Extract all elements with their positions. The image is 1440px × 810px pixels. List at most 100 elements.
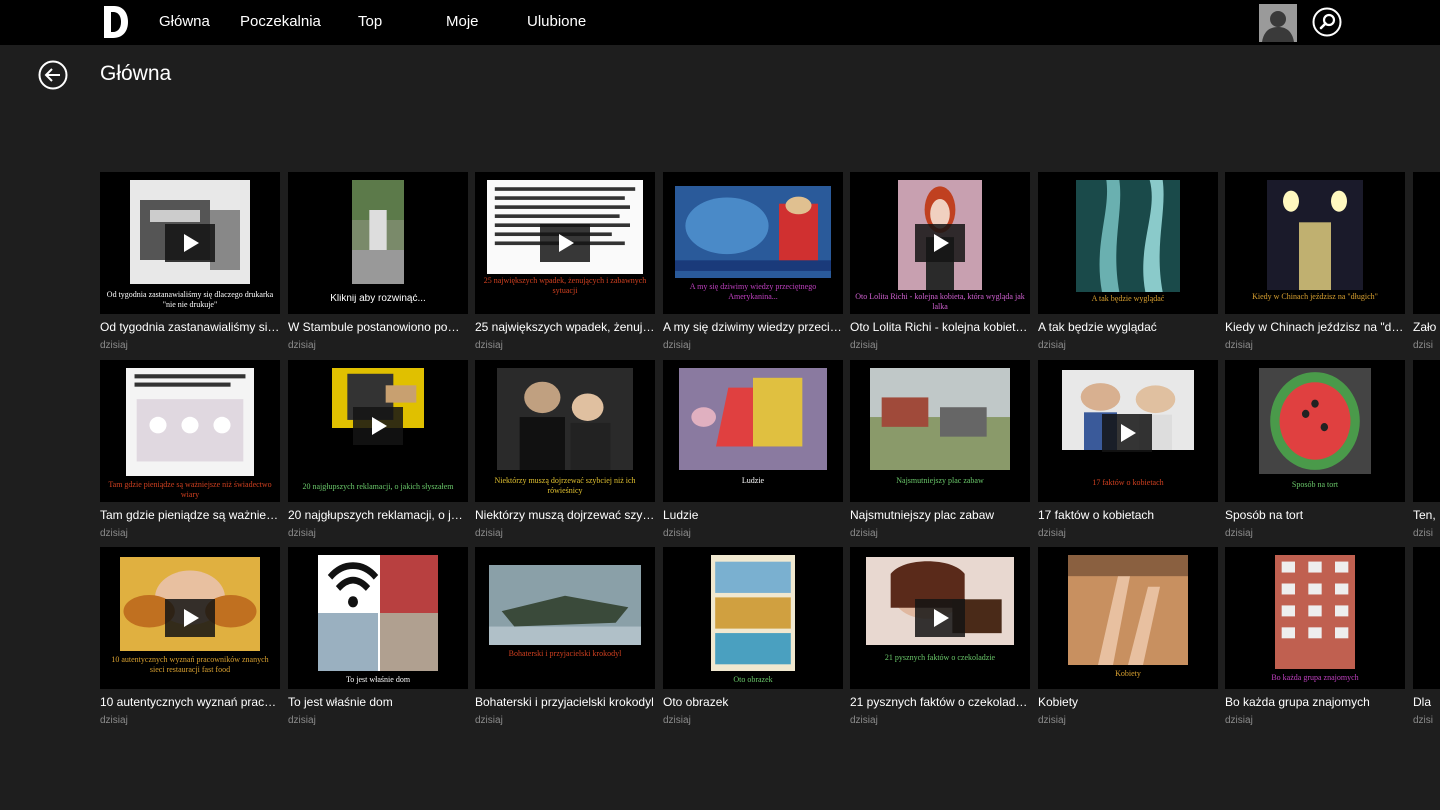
tile-4[interactable]: Oto Lolita Richi - kolejna kobieta, któr… xyxy=(850,172,1030,362)
tile-title[interactable]: Sposób na tort xyxy=(1225,508,1405,522)
tile-14[interactable]: 10 autentycznych wyznań pracowników znan… xyxy=(100,547,280,737)
tile-title[interactable]: 25 największych wpadek, żenujących i zab… xyxy=(475,320,655,334)
tile-title[interactable]: Oto obrazek xyxy=(663,695,843,709)
thumbnail-caption: Tam gdzie pieniądze są ważniejsze niż św… xyxy=(108,480,272,499)
play-icon[interactable] xyxy=(165,599,215,637)
tile-7[interactable]: Tam gdzie pieniądze są ważniejsze niż św… xyxy=(100,360,280,550)
tile-title[interactable]: 17 faktów o kobietach xyxy=(1038,508,1218,522)
tile-3[interactable]: A my się dziwimy wiedzy przeciętnego Ame… xyxy=(663,172,843,362)
thumbnail[interactable]: 10 autentycznych wyznań pracowników znan… xyxy=(100,547,280,689)
tile-title[interactable]: Kiedy w Chinach jeździsz na "długich" św… xyxy=(1225,320,1405,334)
tile-13[interactable]: Sposób na tort Sposób na tort dzisiaj xyxy=(1225,360,1405,550)
thumbnail[interactable]: Sposób na tort xyxy=(1225,360,1405,502)
tile-title[interactable]: Od tygodnia zastanawialiśmy się dlaczego… xyxy=(100,320,280,334)
thumbnail-image xyxy=(1275,555,1355,669)
thumbnail-caption: 17 faktów o kobietach xyxy=(1092,478,1164,487)
tile-15[interactable]: To jest właśnie dom To jest właśnie dom … xyxy=(288,547,468,737)
logo-icon[interactable] xyxy=(100,4,130,40)
thumbnail-caption: Najsmutniejszy plac zabaw xyxy=(896,476,984,485)
tile-title[interactable]: A my się dziwimy wiedzy przeciętnego Ame… xyxy=(663,320,843,334)
thumbnail[interactable]: Niektórzy muszą dojrzewać szybciej niż i… xyxy=(475,360,655,502)
thumbnail[interactable]: Najsmutniejszy plac zabaw xyxy=(850,360,1030,502)
avatar-icon[interactable] xyxy=(1259,4,1297,42)
tile-title[interactable]: Bo każda grupa znajomych xyxy=(1225,695,1405,709)
tile-title[interactable]: Ludzie xyxy=(663,508,843,522)
tile-title[interactable]: 10 autentycznych wyznań pracowników znan… xyxy=(100,695,280,709)
thumbnail[interactable]: Kobiety xyxy=(1038,547,1218,689)
tile-edge-1[interactable]: Ten, dzisi xyxy=(1413,360,1440,550)
tile-5[interactable]: A tak będzie wyglądać A tak będzie wyglą… xyxy=(1038,172,1218,362)
tile-date: dzisi xyxy=(1413,340,1434,351)
nav-item-moje[interactable]: Moje xyxy=(446,13,479,30)
thumbnail[interactable]: 20 najgłupszych reklamacji, o jakich sły… xyxy=(288,360,468,502)
tile-title[interactable]: Bohaterski i przyjacielski krokodyl xyxy=(475,695,655,709)
tile-10[interactable]: Ludzie Ludzie dzisiaj xyxy=(663,360,843,550)
tile-date: dzisiaj xyxy=(1038,340,1066,351)
tile-title[interactable]: Dla xyxy=(1413,695,1431,709)
thumbnail[interactable] xyxy=(1413,360,1440,502)
tile-19[interactable]: Kobiety Kobiety dzisiaj xyxy=(1038,547,1218,737)
play-icon[interactable] xyxy=(915,224,965,262)
tile-title[interactable]: Tam gdzie pieniądze są ważniejsze niż św… xyxy=(100,508,280,522)
thumbnail[interactable]: Bo każda grupa znajomych xyxy=(1225,547,1405,689)
tile-date: dzisiaj xyxy=(100,528,128,539)
tile-title[interactable]: Najsmutniejszy plac zabaw xyxy=(850,508,1030,522)
thumbnail[interactable]: Ludzie xyxy=(663,360,843,502)
tile-title[interactable]: Ten, xyxy=(1413,508,1436,522)
tile-date: dzisi xyxy=(1413,715,1434,726)
thumbnail[interactable]: 21 pysznych faktów o czekoladzie xyxy=(850,547,1030,689)
tile-title[interactable]: To jest właśnie dom xyxy=(288,695,468,709)
tile-2[interactable]: 25 największych wpadek, żenujących i zab… xyxy=(475,172,655,362)
tile-1[interactable]: Kliknij aby rozwinąć... W Stambule posta… xyxy=(288,172,468,362)
play-icon[interactable] xyxy=(1102,414,1152,452)
tile-title[interactable]: Kobiety xyxy=(1038,695,1218,709)
tile-edge-2[interactable]: Dla dzisi xyxy=(1413,547,1440,737)
thumbnail[interactable]: Oto Lolita Richi - kolejna kobieta, któr… xyxy=(850,172,1030,314)
thumbnail[interactable]: Kiedy w Chinach jeździsz na "długich" xyxy=(1225,172,1405,314)
tile-title[interactable]: Oto Lolita Richi - kolejna kobieta, któr… xyxy=(850,320,1030,334)
tile-title[interactable]: Niektórzy muszą dojrzewać szybciej niż i… xyxy=(475,508,655,522)
tile-18[interactable]: 21 pysznych faktów o czekoladzie 21 pysz… xyxy=(850,547,1030,737)
tile-12[interactable]: 17 faktów o kobietach 17 faktów o kobiet… xyxy=(1038,360,1218,550)
thumbnail[interactable]: Bohaterski i przyjacielski krokodyl xyxy=(475,547,655,689)
back-arrow-icon[interactable] xyxy=(38,60,68,90)
thumbnail-caption: 21 pysznych faktów o czekoladzie xyxy=(884,653,996,662)
tile-8[interactable]: 20 najgłupszych reklamacji, o jakich sły… xyxy=(288,360,468,550)
tile-title[interactable]: Zało xyxy=(1413,320,1436,334)
thumbnail[interactable]: Kliknij aby rozwinąć... xyxy=(288,172,468,314)
nav-item-top[interactable]: Top xyxy=(358,13,382,30)
tile-title[interactable]: 21 pysznych faktów o czekoladzie xyxy=(850,695,1030,709)
tile-11[interactable]: Najsmutniejszy plac zabaw Najsmutniejszy… xyxy=(850,360,1030,550)
thumbnail[interactable] xyxy=(1413,172,1440,314)
thumbnail[interactable]: 17 faktów o kobietach xyxy=(1038,360,1218,502)
thumbnail[interactable]: Od tygodnia zastanawialiśmy się dlaczego… xyxy=(100,172,280,314)
thumbnail[interactable]: Tam gdzie pieniądze są ważniejsze niż św… xyxy=(100,360,280,502)
nav-item-glowna[interactable]: Główna xyxy=(159,13,210,30)
thumbnail[interactable] xyxy=(1413,547,1440,689)
play-icon[interactable] xyxy=(353,407,403,445)
thumbnail-image xyxy=(675,186,831,278)
tile-title[interactable]: W Stambule postanowiono powalczyć xyxy=(288,320,468,334)
search-icon[interactable] xyxy=(1312,7,1342,37)
tile-title[interactable]: 20 najgłupszych reklamacji, o jakich sły… xyxy=(288,508,468,522)
thumbnail[interactable]: To jest właśnie dom xyxy=(288,547,468,689)
tile-edge-0[interactable]: Zało dzisi xyxy=(1413,172,1440,362)
tile-date: dzisiaj xyxy=(288,340,316,351)
tile-9[interactable]: Niektórzy muszą dojrzewać szybciej niż i… xyxy=(475,360,655,550)
tile-title[interactable]: A tak będzie wyglądać xyxy=(1038,320,1218,334)
thumbnail[interactable]: Oto obrazek xyxy=(663,547,843,689)
nav-item-ulubione[interactable]: Ulubione xyxy=(527,13,586,30)
play-icon[interactable] xyxy=(165,224,215,262)
tile-20[interactable]: Bo każda grupa znajomych Bo każda grupa … xyxy=(1225,547,1405,737)
tile-6[interactable]: Kiedy w Chinach jeździsz na "długich" Ki… xyxy=(1225,172,1405,362)
tile-17[interactable]: Oto obrazek Oto obrazek dzisiaj xyxy=(663,547,843,737)
thumbnail[interactable]: A my się dziwimy wiedzy przeciętnego Ame… xyxy=(663,172,843,314)
thumbnail[interactable]: 25 największych wpadek, żenujących i zab… xyxy=(475,172,655,314)
thumbnail[interactable]: A tak będzie wyglądać xyxy=(1038,172,1218,314)
nav-item-poczekalnia[interactable]: Poczekalnia xyxy=(240,13,321,30)
tile-16[interactable]: Bohaterski i przyjacielski krokodyl Boha… xyxy=(475,547,655,737)
play-icon[interactable] xyxy=(540,224,590,262)
tile-0[interactable]: Od tygodnia zastanawialiśmy się dlaczego… xyxy=(100,172,280,362)
play-icon[interactable] xyxy=(915,599,965,637)
thumbnail-image xyxy=(126,368,254,476)
